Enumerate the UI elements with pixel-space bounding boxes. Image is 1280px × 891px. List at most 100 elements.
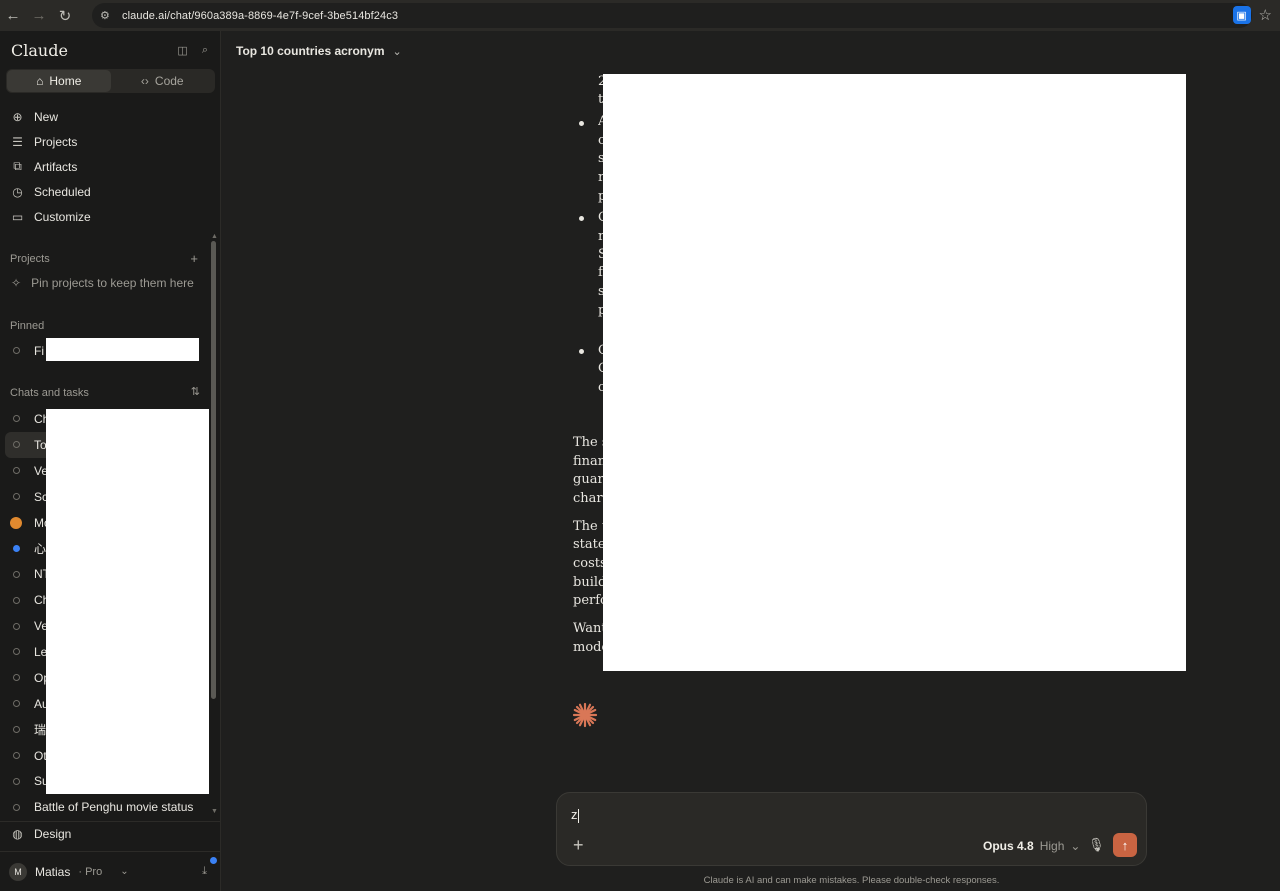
chat-item-label: 心 [34,541,47,556]
home-tab[interactable]: ⌂ Home [7,70,111,92]
menu-item-artifacts[interactable]: ⧉ Artifacts [0,154,221,179]
site-settings-icon[interactable]: ⚙ [100,9,118,22]
model-selector[interactable]: Opus 4.8 High ⌄ [983,839,1080,853]
download-icon[interactable]: ⤓ [202,865,207,878]
briefcase-icon: ▭ [11,209,24,224]
microphone-icon[interactable]: 🎙 [1088,837,1105,853]
code-icon: ‹› [140,74,149,88]
chat-item-label: Ot [34,748,47,763]
artifacts-icon: ⧉ [13,159,22,173]
menu-item-new[interactable]: ⊕ New [0,104,221,129]
sidebar: Claude ◫ ⌕ ⌂ Home ‹› Code ⊕ New ☰ Projec… [0,31,221,891]
back-icon[interactable]: ← [0,0,26,31]
filter-icon[interactable]: ⇅ [191,385,200,398]
bookmark-star-icon[interactable]: ☆ [1259,6,1272,24]
menu-item-label: Projects [34,134,78,149]
chat-dot-icon [13,544,20,552]
menu-item-label: Scheduled [34,184,91,199]
chevron-down-icon: ⌄ [392,45,402,58]
chat-dot-icon [13,700,20,708]
menu-item-projects[interactable]: ☰ Projects [0,129,221,154]
menu-item-label: Customize [34,209,91,224]
list-bullet [579,121,584,126]
scroll-up-icon[interactable]: ▲ [211,233,218,240]
menu-item-scheduled[interactable]: ◷ Scheduled [0,179,221,204]
pin-hint: ✧ Pin projects to keep them here [11,276,194,290]
home-tab-label: Home [49,74,82,88]
chat-dot-icon [13,752,20,760]
palette-icon: ◍ [12,827,23,841]
list-bullet [579,349,584,354]
code-tab-label: Code [154,74,184,88]
home-icon: ⌂ [36,74,44,88]
search-icon[interactable]: ⌕ [202,44,208,57]
chat-dot-icon [13,347,20,355]
chat-item-label: 瑞 [34,723,47,738]
chat-dot-icon [13,596,20,604]
text-fragment: Want [573,621,607,636]
redaction-block [603,74,1186,671]
chat-dot-icon [13,726,20,734]
chat-title[interactable]: Top 10 countries acronym ⌄ [236,44,402,58]
chat-item-label: Battle of Penghu movie status [34,800,194,815]
folder-icon: ☰ [12,134,23,149]
menu-item-label: Design [34,827,72,841]
text-fragment: finan [573,454,607,469]
sidebar-scrollbar[interactable] [211,241,216,699]
chat-dot-icon [13,777,20,785]
chat-list-item[interactable]: Battle of Penghu movie status [0,794,212,820]
pin-hint-text: Pin projects to keep them here [31,276,194,290]
chevron-down-icon: ⌄ [120,866,129,877]
pinned-section-label: Pinned [10,320,45,332]
sidebar-toggle-icon[interactable]: ◫ [177,44,187,57]
extension-icon[interactable]: ▣ [1232,6,1251,24]
text-fragment: costs [573,556,607,571]
send-button[interactable]: ↑ [1113,833,1137,857]
redaction-block [46,409,209,794]
chat-dot-icon [13,803,20,811]
chat-dot-icon [13,441,20,449]
pin-icon: ✧ [11,276,22,290]
menu-item-customize[interactable]: ▭ Customize [0,204,221,229]
text-caret [577,808,579,823]
chat-dot-icon [13,648,20,656]
brand-logo[interactable]: Claude [11,41,68,60]
chat-item-label: To [34,437,47,452]
list-bullet [579,216,584,221]
menu-item-label: Artifacts [34,159,78,174]
redaction-block [46,338,199,361]
message-input[interactable]: z [571,807,579,823]
clock-icon: ◷ [12,184,23,199]
plus-circle-icon: ⊕ [12,109,23,124]
chevron-down-icon: ⌄ [1070,839,1081,853]
chat-title-text: Top 10 countries acronym [236,44,385,58]
chat-dot-icon [13,674,20,682]
main-menu: ⊕ New ☰ Projects ⧉ Artifacts ◷ Scheduled… [0,104,221,229]
scroll-down-icon[interactable]: ▼ [211,808,218,815]
user-menu[interactable]: M Matias · Pro ⌄ ⤓ [0,851,221,891]
hand-icon [10,516,22,529]
code-tab[interactable]: ‹› Code [111,70,215,92]
reload-icon[interactable]: ↻ [52,0,78,31]
text-fragment: The t [573,519,608,534]
browser-toolbar: ← → ↻ ⚙ claude.ai/chat/960a389a-8869-4e7… [0,0,1280,31]
address-bar[interactable]: ⚙ claude.ai/chat/960a389a-8869-4e7f-9cef… [92,3,1252,28]
text-fragment: build [573,575,607,590]
chat-dot-icon [13,622,20,630]
projects-section-label: Projects [10,253,50,265]
claude-spark-icon [572,702,598,728]
menu-item-label: New [34,109,59,124]
forward-icon[interactable]: → [26,0,52,31]
add-project-icon[interactable]: + [190,251,198,266]
composer: z + Opus 4.8 High ⌄ 🎙 ↑ [556,792,1147,866]
user-name: Matias [35,864,71,879]
chat-dot-icon [13,467,20,475]
text-fragment: state [573,537,606,552]
disclaimer: Claude is AI and can make mistakes. Plea… [703,875,1000,886]
add-attachment-button[interactable]: + [573,835,584,856]
user-plan: · Pro [78,865,103,878]
model-name: Opus 4.8 [983,839,1034,853]
menu-item-design[interactable]: ◍ Design [0,822,221,846]
chat-dot-icon [13,493,20,501]
avatar: M [9,862,27,881]
